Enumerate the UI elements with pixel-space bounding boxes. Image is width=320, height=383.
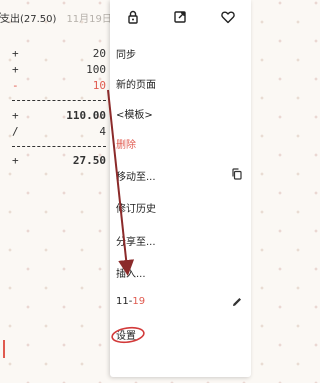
menu-item-delete[interactable]: 删除	[110, 128, 251, 158]
date-highlight: 19	[132, 296, 146, 307]
open-external-icon[interactable]	[172, 9, 188, 25]
calc-operator: /	[12, 125, 19, 138]
page-title: 支出(27.50) 11月19日	[0, 10, 112, 25]
menu-item-label: 分享至...	[116, 237, 156, 248]
lock-icon[interactable]	[125, 9, 141, 25]
calc-value: 100	[86, 63, 106, 76]
menu-item-label: 同步	[116, 50, 136, 61]
menu-item-sync[interactable]: 同步	[110, 38, 251, 68]
menu-item-label: <模板>	[116, 110, 153, 121]
calc-value: 20	[92, 47, 106, 60]
menu-item-label: 删除	[116, 140, 136, 151]
scroll-indicator	[3, 340, 5, 358]
dashed-divider	[12, 146, 106, 147]
menu-item-template[interactable]: <模板>	[110, 98, 251, 128]
menu-item-label: 修订历史	[116, 204, 156, 215]
menu-item-move-to[interactable]: 移动至...	[110, 160, 251, 190]
calc-value: 27.50	[72, 154, 106, 167]
calc-value: 10	[92, 79, 106, 92]
note-app: ‹ 支出(27.50) 11月19日 + 20 + 100 - 10 + 110…	[0, 0, 251, 383]
menu-item-new-page[interactable]: 新的页面	[110, 68, 251, 98]
pencil-icon[interactable]	[231, 296, 243, 308]
menu-item-share-to[interactable]: 分享至...	[110, 225, 251, 255]
menu-item-label: 设置	[116, 331, 136, 342]
menu-item-label: 插入...	[116, 269, 146, 280]
menu-item-date-title[interactable]: 11-19	[110, 288, 251, 318]
menu-item-revision-history[interactable]: 修订历史	[110, 192, 251, 222]
date-prefix: 11-	[116, 296, 133, 307]
menu-item-label: 新的页面	[116, 80, 156, 91]
menu-icon-bar	[110, 0, 251, 34]
calc-value: 4	[99, 125, 106, 138]
calc-row[interactable]: / 4	[12, 125, 106, 143]
calc-operator: +	[12, 63, 19, 76]
menu-item-label: 11-19	[116, 296, 145, 307]
dashed-divider	[12, 100, 106, 101]
heart-icon[interactable]	[220, 9, 236, 25]
calc-operator: -	[12, 79, 19, 92]
menu-item-settings[interactable]: 设置	[110, 319, 251, 349]
overflow-menu: 同步 新的页面 <模板> 删除 移动至... 修订历史 分享至... 插入...	[110, 0, 251, 377]
calc-operator: +	[12, 109, 19, 122]
title-label: 支出(27.50)	[0, 14, 57, 25]
calc-operator: +	[12, 154, 19, 167]
calc-row[interactable]: - 10	[12, 79, 106, 97]
copy-icon	[232, 168, 242, 180]
menu-item-insert[interactable]: 插入...	[110, 257, 251, 287]
calc-operator: +	[12, 47, 19, 60]
title-date: 11月19日	[66, 14, 112, 25]
calc-row[interactable]: + 27.50	[12, 154, 106, 172]
calc-value: 110.00	[66, 109, 106, 122]
menu-item-label: 移动至...	[116, 172, 156, 183]
